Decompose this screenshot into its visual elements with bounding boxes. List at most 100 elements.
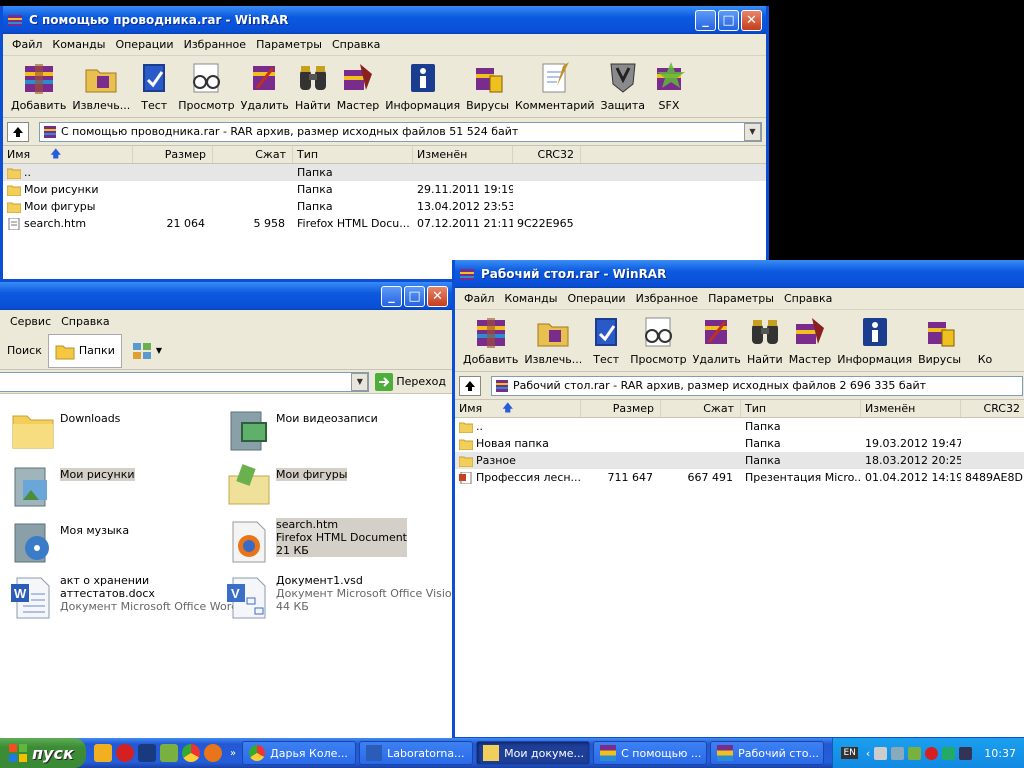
app-tray-icon[interactable]: [959, 746, 973, 760]
folders-button[interactable]: Папки: [47, 333, 122, 368]
col-type[interactable]: Тип: [293, 146, 413, 163]
col-packed[interactable]: Сжат: [213, 146, 293, 163]
maximize-button[interactable]: □: [404, 285, 425, 307]
toolbar-button-4[interactable]: Просмотр: [628, 314, 688, 366]
window-titlebar[interactable]: С помощью проводника.rar - WinRAR _ □ ✕: [3, 6, 766, 34]
file-row[interactable]: Мои рисунки Папка 29.11.2011 19:19: [3, 181, 766, 198]
archive-path-field[interactable]: С помощью проводника.rar - RAR архив, ра…: [39, 121, 762, 142]
toolbar-button-6[interactable]: Найти: [745, 314, 785, 366]
col-size[interactable]: Размер: [581, 400, 661, 417]
col-crc[interactable]: CRC32: [513, 146, 581, 163]
file-row[interactable]: .. Папка: [3, 164, 766, 181]
up-folder-button[interactable]: [459, 375, 481, 396]
address-input[interactable]: ▼: [0, 371, 370, 392]
search-button[interactable]: Поиск: [1, 344, 48, 357]
menu-help[interactable]: Справка: [56, 315, 114, 328]
chevron-more-icon[interactable]: »: [230, 748, 236, 759]
toolbar-button-9[interactable]: Вирусы: [916, 314, 963, 366]
toolbar-button-6[interactable]: Найти: [293, 60, 333, 112]
menu-operations[interactable]: Операции: [110, 38, 178, 51]
col-modified[interactable]: Изменён: [413, 146, 513, 163]
tile-akt-docx[interactable]: W акт о хранении аттестатов.docx Докумен…: [9, 574, 238, 622]
menu-operations[interactable]: Операции: [562, 292, 630, 305]
menu-tools[interactable]: Сервис: [5, 315, 56, 328]
tile-downloads[interactable]: Downloads: [9, 406, 120, 454]
archive-path-field[interactable]: Рабочий стол.rar - RAR архив, размер исх…: [491, 375, 1023, 396]
minimize-button[interactable]: _: [695, 9, 716, 31]
menu-help[interactable]: Справка: [779, 292, 837, 305]
toolbar-button-7[interactable]: Мастер: [335, 60, 381, 112]
toolbar-button-8[interactable]: Информация: [383, 60, 462, 112]
file-row[interactable]: Профессия лесн... 711 647 667 491 Презентац…: [455, 469, 1024, 486]
android-tray-icon[interactable]: [908, 746, 922, 760]
android-icon[interactable]: [160, 744, 178, 762]
menu-options[interactable]: Параметры: [703, 292, 779, 305]
toolbar-button-5[interactable]: Удалить: [691, 314, 743, 366]
tile-search-htm[interactable]: search.htm Firefox HTML Document 21 КБ: [225, 518, 407, 566]
toolbar-button-1[interactable]: Добавить: [461, 314, 520, 366]
menu-favorites[interactable]: Избранное: [179, 38, 251, 51]
task-winrar1[interactable]: С помощью ...: [593, 741, 708, 765]
app-grid-icon[interactable]: [138, 744, 156, 762]
address-dropdown-button[interactable]: ▼: [744, 122, 761, 141]
toolbar-button-11[interactable]: Защита: [599, 60, 647, 112]
col-size[interactable]: Размер: [133, 146, 213, 163]
task-explorer[interactable]: Мои докуме...: [476, 741, 591, 765]
toolbar-button-comment-partial[interactable]: Ко: [965, 314, 1005, 366]
start-button[interactable]: пуск: [0, 738, 86, 768]
menu-commands[interactable]: Команды: [47, 38, 110, 51]
maximize-button[interactable]: □: [718, 9, 739, 31]
toolbar-button-10[interactable]: Комментарий: [513, 60, 597, 112]
toolbar-button-2[interactable]: Извлечь...: [70, 60, 132, 112]
menu-file[interactable]: Файл: [459, 292, 499, 305]
menu-help[interactable]: Справка: [327, 38, 385, 51]
tile-my-videos[interactable]: Мои видеозаписи: [225, 406, 378, 454]
toolbar-button-12[interactable]: SFX: [649, 60, 689, 112]
toolbar-button-7[interactable]: Мастер: [787, 314, 833, 366]
chrome-icon[interactable]: [182, 744, 200, 762]
close-button[interactable]: ✕: [427, 285, 448, 307]
task-word[interactable]: Laboratorna...: [359, 741, 474, 765]
window-titlebar[interactable]: Рабочий стол.rar - WinRAR: [455, 260, 1024, 288]
close-button[interactable]: ✕: [741, 9, 762, 31]
network-icon[interactable]: [891, 746, 905, 760]
firefox-icon[interactable]: [204, 744, 222, 762]
col-name[interactable]: Имя 🡅: [455, 400, 581, 417]
file-row[interactable]: Разное Папка 18.03.2012 20:25: [455, 452, 1024, 469]
explorer-titlebar[interactable]: _ □ ✕: [0, 282, 452, 310]
tray-expand-icon[interactable]: ‹: [866, 747, 870, 760]
file-row[interactable]: search.htm 21 064 5 958 Firefox HTML Docu..…: [3, 215, 766, 232]
toolbar-button-1[interactable]: Добавить: [9, 60, 68, 112]
col-type[interactable]: Тип: [741, 400, 861, 417]
tile-my-music[interactable]: Моя музыка: [9, 518, 129, 566]
pencil-icon[interactable]: [94, 744, 112, 762]
volume-icon[interactable]: [874, 746, 888, 760]
toolbar-button-5[interactable]: Удалить: [239, 60, 291, 112]
toolbar-button-3[interactable]: Тест: [586, 314, 626, 366]
toolbar-button-4[interactable]: Просмотр: [176, 60, 236, 112]
tile-my-shapes[interactable]: Мои фигуры: [225, 462, 348, 510]
file-row[interactable]: Новая папка Папка 19.03.2012 19:47: [455, 435, 1024, 452]
file-row[interactable]: Мои фигуры Папка 13.04.2012 23:53: [3, 198, 766, 215]
security-tray-icon[interactable]: [942, 746, 956, 760]
menu-favorites[interactable]: Избранное: [631, 292, 703, 305]
file-row[interactable]: .. Папка: [455, 418, 1024, 435]
col-name[interactable]: Имя 🡅: [3, 146, 133, 163]
task-chrome[interactable]: Дарья Коле...: [242, 741, 357, 765]
up-folder-button[interactable]: [7, 121, 29, 142]
col-packed[interactable]: Сжат: [661, 400, 741, 417]
menu-file[interactable]: Файл: [7, 38, 47, 51]
toolbar-button-8[interactable]: Информация: [835, 314, 914, 366]
opera-tray-icon[interactable]: [925, 746, 939, 760]
toolbar-button-2[interactable]: Извлечь...: [522, 314, 584, 366]
opera-icon[interactable]: [116, 744, 134, 762]
address-dropdown-button[interactable]: ▼: [351, 372, 369, 391]
minimize-button[interactable]: _: [381, 285, 402, 307]
toolbar-button-9[interactable]: Вирусы: [464, 60, 511, 112]
menu-options[interactable]: Параметры: [251, 38, 327, 51]
col-modified[interactable]: Изменён: [861, 400, 961, 417]
col-crc[interactable]: CRC32: [961, 400, 1024, 417]
toolbar-button-3[interactable]: Тест: [134, 60, 174, 112]
views-button[interactable]: ▼: [132, 342, 162, 360]
tile-my-pictures[interactable]: Мои рисунки: [9, 462, 135, 510]
